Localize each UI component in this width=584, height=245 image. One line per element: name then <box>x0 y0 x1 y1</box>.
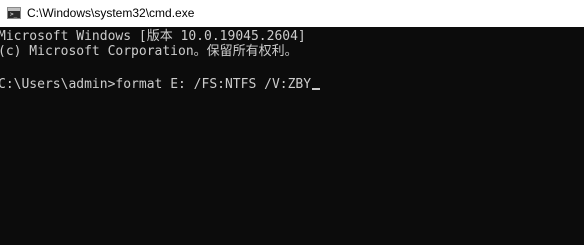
command-line[interactable]: C:\Users\admin>format E: /FS:NTFS /V:ZBY <box>0 77 321 93</box>
command-text[interactable]: format E: /FS:NTFS /V:ZBY <box>115 77 311 92</box>
text-cursor <box>312 88 321 90</box>
prompt-path: C:\Users\admin> <box>0 77 116 92</box>
cmd-window: >_ C:\Windows\system32\cmd.exe Microsoft… <box>0 0 584 245</box>
window-title: C:\Windows\system32\cmd.exe <box>27 6 195 20</box>
console-line-version: Microsoft Windows [版本 10.0.19045.2604] <box>0 29 306 44</box>
console-line-copyright: (c) Microsoft Corporation。保留所有权利。 <box>0 44 298 59</box>
title-bar[interactable]: >_ C:\Windows\system32\cmd.exe <box>0 0 584 27</box>
cmd-icon-prompt-glyph: >_ <box>10 11 18 18</box>
console-output[interactable]: Microsoft Windows [版本 10.0.19045.2604] (… <box>0 27 584 245</box>
cmd-icon[interactable]: >_ <box>7 7 21 19</box>
